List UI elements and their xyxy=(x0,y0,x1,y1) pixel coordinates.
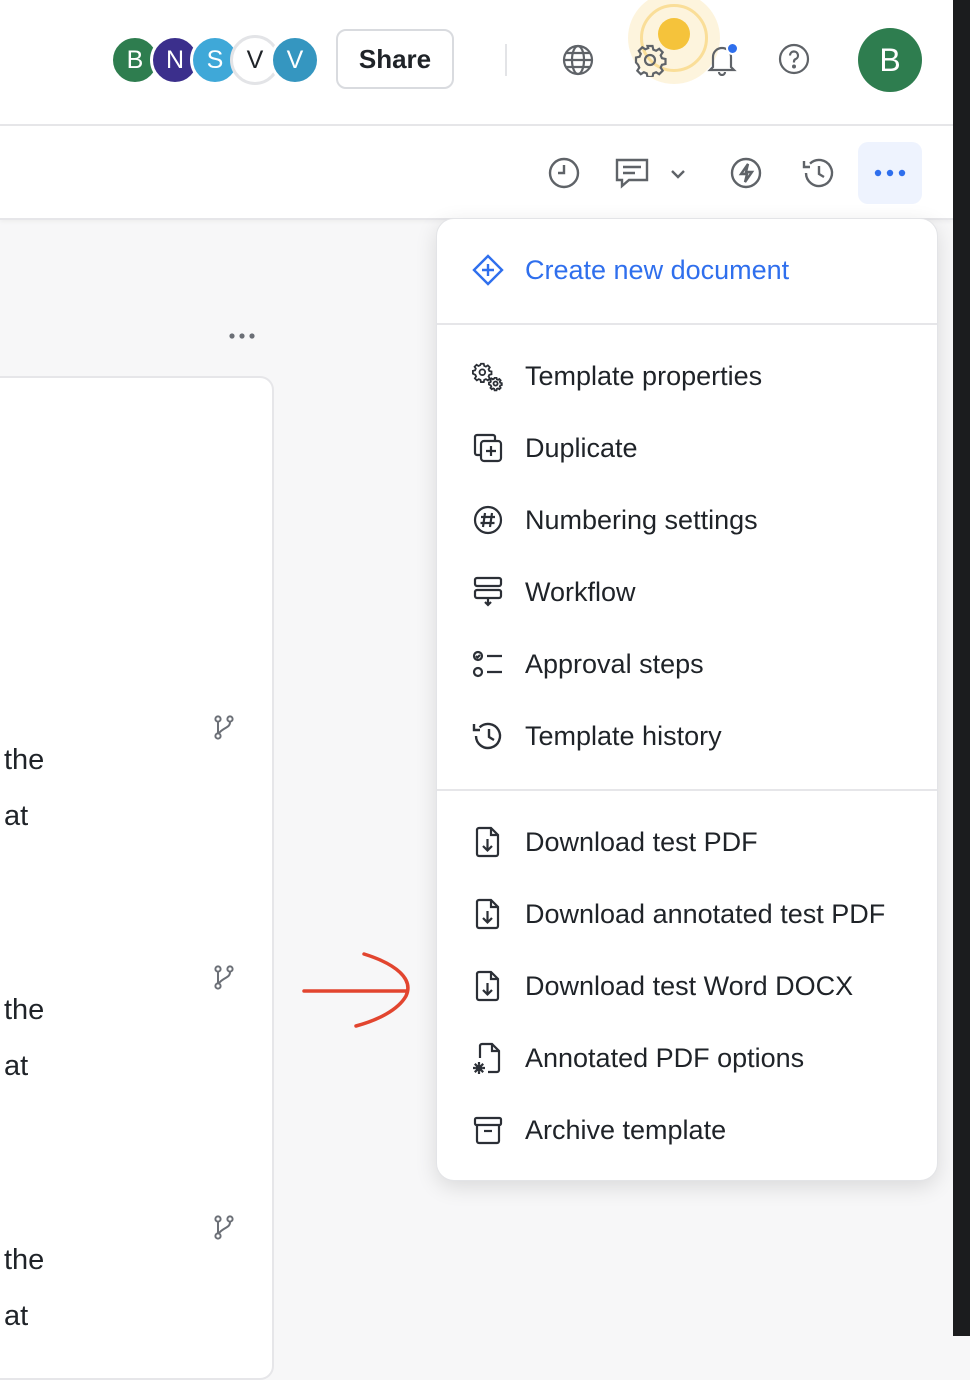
menu-item-label: Duplicate xyxy=(525,432,638,463)
notification-dot xyxy=(726,42,739,55)
user-avatar[interactable]: B xyxy=(858,28,922,92)
onboarding-pulse-dot[interactable] xyxy=(658,18,690,50)
menu-item-label: Template properties xyxy=(525,360,763,391)
window-edge xyxy=(953,0,970,1336)
file-settings-icon xyxy=(471,1041,505,1075)
history-icon[interactable] xyxy=(798,154,838,192)
file-download-icon xyxy=(471,969,505,1003)
comment-icon[interactable] xyxy=(612,154,652,192)
text-fragment: at xyxy=(4,1050,29,1082)
header-divider xyxy=(505,44,507,76)
more-options-button[interactable] xyxy=(858,142,922,204)
workflow-icon xyxy=(471,575,505,609)
text-fragment: the xyxy=(4,744,45,776)
clock-icon[interactable] xyxy=(545,154,583,192)
collaborator-avatar[interactable]: V xyxy=(270,35,320,85)
lightning-icon[interactable] xyxy=(727,154,765,192)
share-button[interactable]: Share xyxy=(336,29,454,89)
menu-item-workflow[interactable]: Workflow xyxy=(437,562,937,622)
menu-item-annotated-pdf-options[interactable]: Annotated PDF options xyxy=(437,1028,937,1088)
branch-icon[interactable] xyxy=(212,714,236,747)
menu-item-create-new-document[interactable]: Create new document xyxy=(437,240,937,300)
menu-item-template-properties[interactable]: Template properties xyxy=(437,346,937,406)
archive-icon xyxy=(471,1113,505,1147)
text-fragment: at xyxy=(4,800,29,832)
annotation-arrow xyxy=(302,952,410,1028)
menu-item-duplicate[interactable]: Duplicate xyxy=(437,418,937,478)
text-fragment: the xyxy=(4,1244,45,1276)
menu-item-numbering-settings[interactable]: Numbering settings xyxy=(437,490,937,550)
branch-icon[interactable] xyxy=(212,964,236,997)
text-fragment: at xyxy=(4,1300,29,1332)
menu-item-label: Template history xyxy=(525,720,722,751)
document-toolbar xyxy=(0,126,953,220)
text-fragment: the xyxy=(4,994,45,1026)
hash-circle-icon xyxy=(471,503,505,537)
menu-item-download-test-pdf[interactable]: Download test PDF xyxy=(437,812,937,872)
menu-item-label: Download test Word DOCX xyxy=(525,970,854,1001)
menu-item-label: Approval steps xyxy=(525,648,704,679)
top-bar: B N S V V Share B xyxy=(0,0,953,126)
menu-item-label: Create new document xyxy=(525,254,790,285)
duplicate-icon xyxy=(471,431,505,465)
more-options-menu: Create new document Template properties … xyxy=(436,218,938,1181)
globe-icon[interactable] xyxy=(559,41,597,79)
checklist-icon xyxy=(471,647,505,681)
menu-item-label: Archive template xyxy=(525,1114,727,1145)
menu-divider xyxy=(437,323,937,325)
gears-icon xyxy=(471,359,505,393)
file-download-icon xyxy=(471,825,505,859)
section-more-icon[interactable] xyxy=(228,322,256,355)
menu-item-label: Numbering settings xyxy=(525,504,758,535)
menu-divider xyxy=(437,789,937,791)
menu-item-label: Annotated PDF options xyxy=(525,1042,805,1073)
menu-item-template-history[interactable]: Template history xyxy=(437,706,937,766)
menu-item-download-annotated-test-pdf[interactable]: Download annotated test PDF xyxy=(437,884,937,944)
more-icon xyxy=(874,169,906,177)
history-icon xyxy=(471,719,505,753)
menu-item-archive-template[interactable]: Archive template xyxy=(437,1100,937,1160)
menu-item-label: Download annotated test PDF xyxy=(525,898,886,929)
file-download-icon xyxy=(471,897,505,931)
menu-item-label: Download test PDF xyxy=(525,826,758,857)
menu-item-label: Workflow xyxy=(525,576,636,607)
help-icon[interactable] xyxy=(775,40,813,78)
diamond-plus-icon xyxy=(471,253,505,287)
menu-item-approval-steps[interactable]: Approval steps xyxy=(437,634,937,694)
branch-icon[interactable] xyxy=(212,1214,236,1247)
chevron-down-icon[interactable] xyxy=(666,162,690,186)
menu-item-download-test-word-docx[interactable]: Download test Word DOCX xyxy=(437,956,937,1016)
